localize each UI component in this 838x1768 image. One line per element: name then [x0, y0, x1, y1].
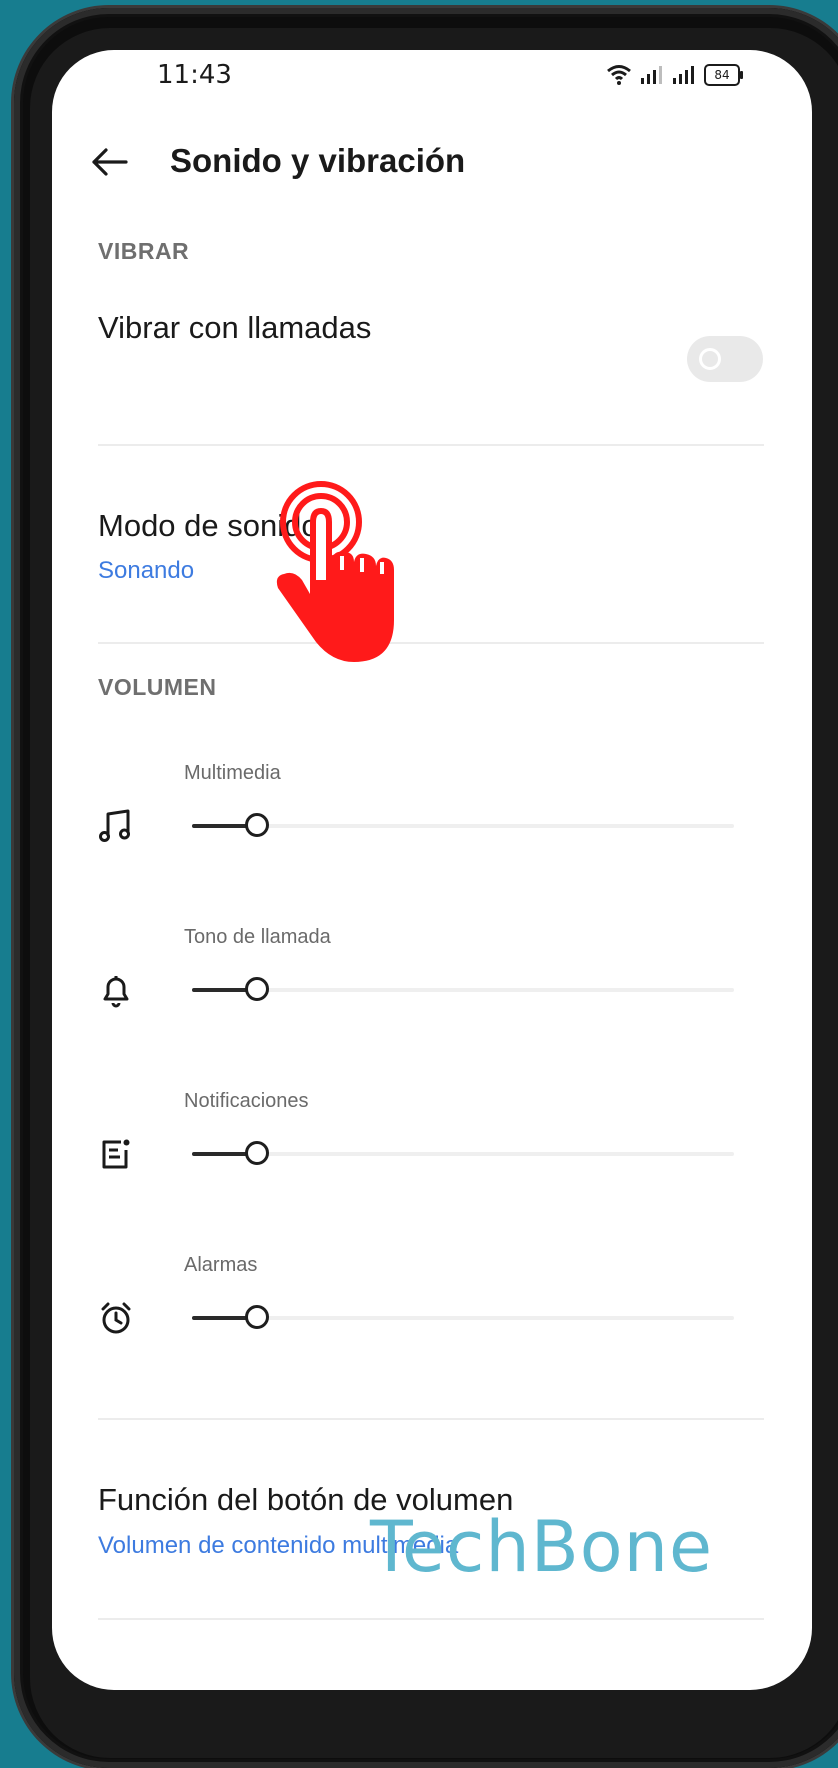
battery-indicator: 84 — [704, 64, 743, 86]
back-arrow-icon[interactable] — [90, 147, 130, 177]
alarm-clock-icon — [101, 1302, 131, 1334]
notification-icon — [102, 1139, 130, 1169]
toggle-knob — [699, 348, 721, 370]
volume-slider-ringtone[interactable] — [192, 977, 734, 1001]
wifi-icon — [607, 65, 631, 85]
divider — [98, 1618, 764, 1620]
bell-icon — [103, 976, 129, 1008]
section-header-vibrate: VIBRAR — [98, 238, 190, 264]
slider-thumb[interactable] — [245, 813, 269, 837]
status-icons: 84 — [606, 60, 743, 90]
divider — [98, 642, 764, 644]
techbone-watermark: TechBone — [370, 1506, 714, 1588]
divider — [98, 1418, 764, 1420]
signal-icon-sim2 — [673, 66, 694, 84]
volume-slider-notifications[interactable] — [192, 1141, 734, 1165]
signal-icon-sim1 — [641, 66, 662, 84]
phone-screen: 11:43 84 Sonido y vibración VIBRAR Vibra… — [52, 50, 812, 1690]
volume-label-alarms: Alarmas — [184, 1254, 258, 1276]
divider — [98, 444, 764, 446]
volume-label-notifications: Notificaciones — [184, 1090, 309, 1112]
vibrate-with-calls-label[interactable]: Vibrar con llamadas — [98, 310, 371, 346]
vibrate-with-calls-toggle[interactable] — [687, 336, 763, 382]
tap-indicator-hand-icon — [276, 481, 394, 662]
sound-mode-value: Sonando — [98, 557, 195, 584]
volume-slider-alarms[interactable] — [192, 1305, 734, 1329]
status-time: 11:43 — [157, 60, 232, 90]
slider-thumb[interactable] — [245, 977, 269, 1001]
slider-thumb[interactable] — [245, 1141, 269, 1165]
slider-thumb[interactable] — [245, 1305, 269, 1329]
page-title: Sonido y vibración — [170, 142, 466, 179]
music-note-icon — [99, 809, 130, 842]
volume-label-media: Multimedia — [184, 762, 281, 784]
volume-slider-media[interactable] — [192, 813, 734, 837]
section-header-volume: VOLUMEN — [98, 674, 217, 700]
volume-label-ringtone: Tono de llamada — [184, 926, 331, 948]
